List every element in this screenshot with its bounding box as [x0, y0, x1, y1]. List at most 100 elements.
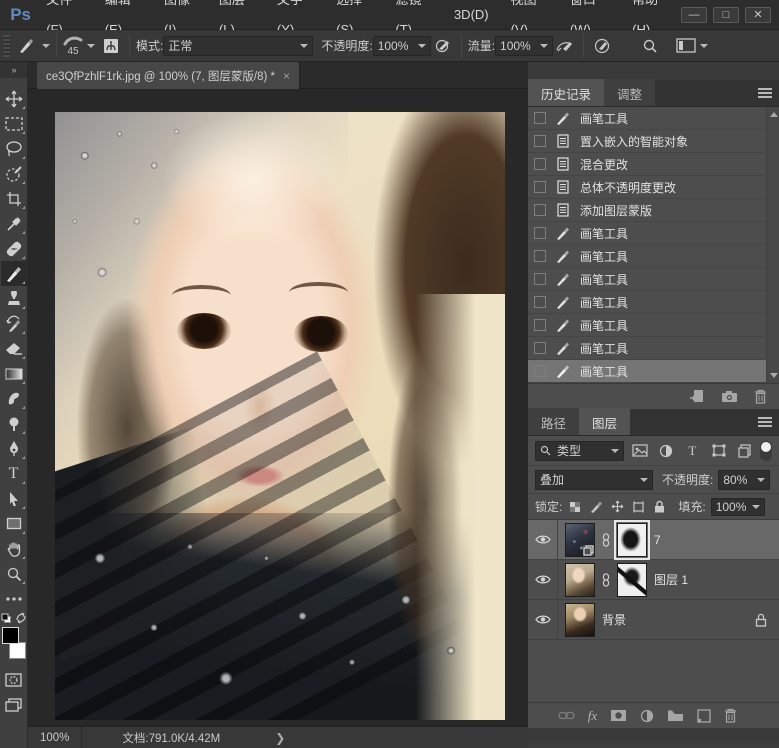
- layer-row-7[interactable]: 7: [528, 519, 779, 560]
- layer-opacity-select[interactable]: 80%: [718, 469, 771, 490]
- history-row[interactable]: 画笔工具: [528, 337, 779, 360]
- new-group-folder-button[interactable]: [667, 709, 684, 722]
- pressure-opacity-icon[interactable]: [431, 34, 455, 58]
- history-row-current[interactable]: 画笔工具: [528, 360, 779, 383]
- layer-mask-thumbnail[interactable]: [614, 519, 650, 560]
- new-layer-button[interactable]: [697, 708, 711, 723]
- history-source-checkbox[interactable]: [534, 158, 546, 170]
- layer-mask-thumbnail[interactable]: [617, 562, 647, 597]
- new-document-from-state-button[interactable]: [689, 389, 705, 404]
- layer-thumbnail[interactable]: [565, 602, 595, 637]
- mask-link-icon[interactable]: [602, 532, 610, 547]
- opacity-select[interactable]: 100%: [372, 35, 431, 56]
- minimize-button[interactable]: —: [681, 6, 707, 23]
- tab-adjustments[interactable]: 调整: [604, 79, 656, 106]
- lasso-tool[interactable]: [1, 136, 27, 161]
- search-icon[interactable]: [638, 34, 662, 58]
- new-snapshot-camera-button[interactable]: [721, 390, 738, 403]
- history-source-checkbox[interactable]: [534, 342, 546, 354]
- pen-tool[interactable]: [1, 436, 27, 461]
- scroll-up-arrow[interactable]: [770, 112, 778, 117]
- history-source-checkbox[interactable]: [534, 296, 546, 308]
- visibility-eye-icon[interactable]: [528, 520, 558, 559]
- layer-lock-icon[interactable]: [755, 613, 767, 627]
- default-colors-icon[interactable]: [1, 613, 12, 624]
- history-row[interactable]: 画笔工具: [528, 268, 779, 291]
- tab-history[interactable]: 历史记录: [528, 79, 605, 106]
- history-source-checkbox[interactable]: [534, 135, 546, 147]
- new-adjustment-layer-button[interactable]: [640, 709, 654, 723]
- screen-mode-button[interactable]: [1, 692, 27, 717]
- lock-all-icon[interactable]: [651, 499, 667, 515]
- history-source-checkbox[interactable]: [534, 204, 546, 216]
- add-layer-mask-button[interactable]: [610, 709, 627, 722]
- healing-brush-tool[interactable]: [1, 236, 27, 261]
- panel-menu-icon[interactable]: [758, 88, 772, 98]
- layer-thumbnail[interactable]: [565, 562, 595, 597]
- workspace-switcher[interactable]: [676, 38, 709, 53]
- layer-blend-mode-select[interactable]: 叠加: [535, 469, 653, 490]
- filter-pixel-layers-icon[interactable]: [629, 442, 650, 460]
- layer-name[interactable]: 7: [654, 533, 661, 547]
- lock-position-icon[interactable]: [609, 499, 625, 515]
- filter-type-layers-icon[interactable]: T: [682, 442, 703, 460]
- collapse-panel-button[interactable]: »: [0, 62, 27, 78]
- layer-row-background[interactable]: 背景: [528, 600, 779, 640]
- scroll-down-arrow[interactable]: [770, 373, 778, 378]
- blend-mode-select[interactable]: 正常: [163, 35, 314, 56]
- move-tool[interactable]: [1, 86, 27, 111]
- history-source-checkbox[interactable]: [534, 273, 546, 285]
- panel-menu-icon[interactable]: [758, 417, 772, 427]
- delete-layer-trash-button[interactable]: [724, 708, 737, 723]
- layer-fill-select[interactable]: 100%: [710, 497, 765, 516]
- close-button[interactable]: ✕: [745, 6, 771, 23]
- swap-colors-icon[interactable]: [15, 612, 27, 624]
- filter-adjustment-layers-icon[interactable]: [655, 442, 676, 460]
- quick-mask-button[interactable]: [1, 667, 27, 692]
- background-color-swatch[interactable]: [8, 642, 26, 659]
- airbrush-toggle-icon[interactable]: [553, 34, 577, 58]
- layer-filter-type-select[interactable]: 类型: [535, 440, 625, 461]
- history-source-checkbox[interactable]: [534, 365, 546, 377]
- foreground-color-swatch[interactable]: [1, 627, 19, 644]
- eraser-tool[interactable]: [1, 336, 27, 361]
- flow-select[interactable]: 100%: [495, 35, 554, 56]
- history-source-checkbox[interactable]: [534, 112, 546, 124]
- filter-smart-objects-icon[interactable]: [734, 442, 755, 460]
- smoothing-icon[interactable]: [590, 34, 614, 58]
- delete-state-trash-button[interactable]: [754, 389, 767, 404]
- visibility-eye-icon[interactable]: [528, 600, 558, 639]
- history-brush-tool[interactable]: [1, 311, 27, 336]
- layer-row-layer1[interactable]: 图层 1: [528, 560, 779, 600]
- marquee-tool[interactable]: [1, 111, 27, 136]
- canvas-image[interactable]: [55, 112, 505, 720]
- clone-stamp-tool[interactable]: [1, 286, 27, 311]
- tab-layers[interactable]: 图层: [579, 408, 631, 435]
- path-select-tool[interactable]: [1, 486, 27, 511]
- layer-filter-toggle[interactable]: [760, 440, 773, 461]
- zoom-tool[interactable]: [1, 561, 27, 586]
- history-source-checkbox[interactable]: [534, 319, 546, 331]
- history-row[interactable]: 添加图层蒙版: [528, 199, 779, 222]
- gradient-tool[interactable]: [1, 361, 27, 386]
- selection-brush-tool[interactable]: [1, 161, 27, 186]
- lock-artboard-icon[interactable]: [630, 499, 646, 515]
- type-tool[interactable]: T: [1, 461, 27, 486]
- lock-pixels-icon[interactable]: [588, 499, 604, 515]
- history-source-checkbox[interactable]: [534, 227, 546, 239]
- link-layers-button[interactable]: [558, 711, 575, 720]
- history-row[interactable]: 画笔工具: [528, 245, 779, 268]
- lock-transparency-icon[interactable]: [567, 499, 583, 515]
- history-row[interactable]: 画笔工具: [528, 107, 779, 130]
- menu-3d[interactable]: 3D(D): [443, 0, 500, 30]
- layer-name[interactable]: 背景: [602, 611, 626, 628]
- brush-preset-picker[interactable]: 45: [63, 35, 95, 57]
- edit-toolbar-ellipsis[interactable]: [1, 592, 27, 606]
- visibility-eye-icon[interactable]: [528, 560, 558, 599]
- toggle-brush-panel-button[interactable]: [99, 34, 123, 58]
- foreground-background-colors[interactable]: [1, 627, 26, 659]
- brush-tool[interactable]: [0, 261, 27, 286]
- close-tab-icon[interactable]: ×: [283, 69, 290, 83]
- hand-tool[interactable]: [1, 536, 27, 561]
- layer-name[interactable]: 图层 1: [654, 571, 688, 588]
